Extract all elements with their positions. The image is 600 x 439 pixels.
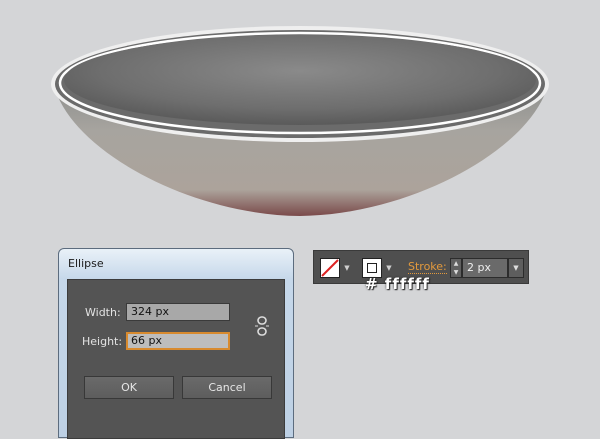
- cancel-button[interactable]: Cancel: [182, 376, 272, 399]
- bowl-artwork: [51, 26, 549, 216]
- height-label: Height:: [82, 335, 123, 348]
- bowl-inner: [64, 35, 536, 125]
- color-annotation: # ffffff: [365, 275, 430, 293]
- height-field[interactable]: 66 px: [126, 332, 230, 350]
- stroke-stepper[interactable]: ▲ ▼: [450, 258, 462, 278]
- dialog-title: Ellipse: [68, 257, 104, 270]
- no-fill-icon: [321, 259, 339, 277]
- ok-button[interactable]: OK: [84, 376, 174, 399]
- ellipse-dialog: Ellipse Width: 324 px Height: 66 px OK C…: [58, 248, 294, 439]
- width-label: Width:: [85, 306, 121, 319]
- stroke-weight-field[interactable]: 2 px: [462, 258, 508, 278]
- constrain-proportions-icon[interactable]: [255, 316, 269, 336]
- stroke-label[interactable]: Stroke:: [408, 261, 447, 274]
- stroke-weight-dropdown[interactable]: ▼: [508, 258, 524, 278]
- dialog-body: Width: 324 px Height: 66 px OK Cancel: [67, 279, 285, 439]
- stroke-square-icon: [367, 263, 377, 273]
- width-field[interactable]: 324 px: [126, 303, 230, 321]
- fill-dropdown-arrow[interactable]: ▼: [341, 258, 353, 278]
- fill-swatch-none[interactable]: [320, 258, 340, 278]
